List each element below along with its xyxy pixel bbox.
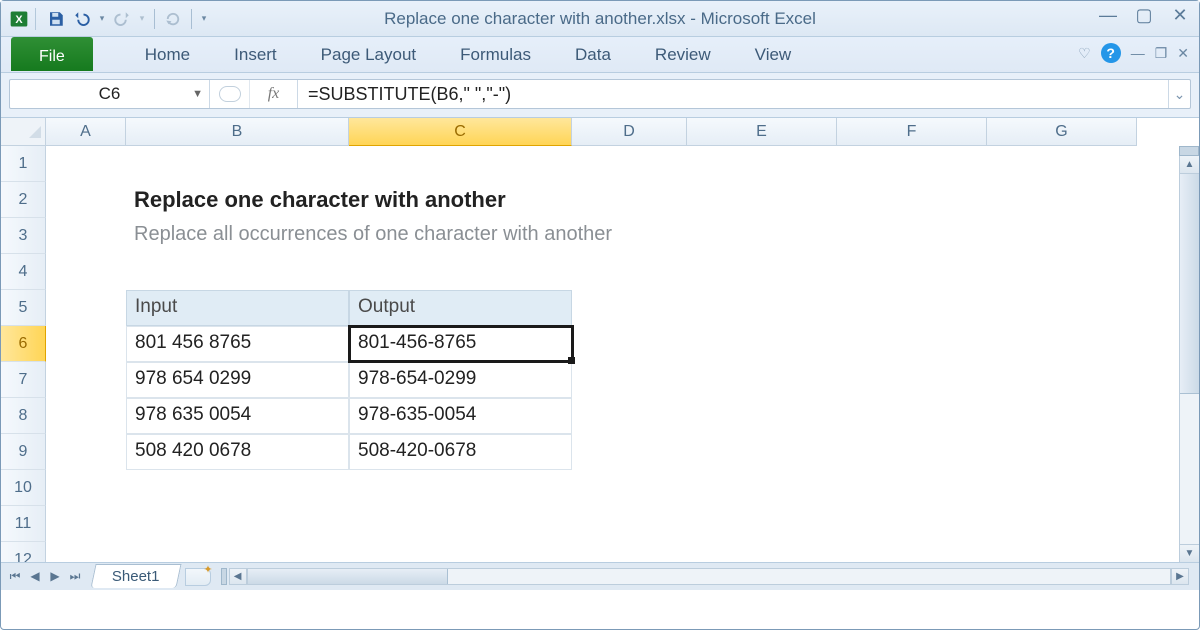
minimize-ribbon-icon[interactable]: ♡ [1078,45,1091,62]
row-header-7[interactable]: 7 [1,362,46,398]
row-header-10[interactable]: 10 [1,470,46,506]
sheet-nav-next-icon[interactable]: ▶ [45,569,65,584]
tab-page-layout[interactable]: Page Layout [299,37,438,72]
scroll-down-icon[interactable]: ▼ [1180,544,1199,562]
tab-insert[interactable]: Insert [212,37,299,72]
row-header-1[interactable]: 1 [1,146,46,182]
col-header-d[interactable]: D [572,118,687,146]
col-header-b[interactable]: B [126,118,349,146]
formula-bar: C6 ▼ fx =SUBSTITUTE(B6," ","-") ⌄ [9,79,1191,109]
tab-view[interactable]: View [733,37,814,72]
worksheet-grid: A B C D E F G 1 2 3 4 5 6 7 8 9 10 11 12… [1,118,1199,590]
fx-icon[interactable]: fx [250,80,298,108]
row-header-2[interactable]: 2 [1,182,46,218]
file-tab[interactable]: File [11,37,93,71]
row-header-8[interactable]: 8 [1,398,46,434]
svg-text:X: X [15,14,23,26]
cells-area[interactable]: Replace one character with another Repla… [46,146,1179,562]
excel-icon: X [8,8,30,30]
select-all-corner[interactable] [1,118,46,146]
title-bar: X ▾ ▾ ▾ Replace one character with anoth… [1,1,1199,37]
expand-formula-bar-icon[interactable]: ⌄ [1168,80,1190,108]
cell-b3-subtitle[interactable]: Replace all occurrences of one character… [126,218,620,246]
cell-c9[interactable]: 508-420-0678 [349,434,572,470]
scroll-right-icon[interactable]: ▶ [1171,568,1189,585]
row-header-4[interactable]: 4 [1,254,46,290]
cell-c5-header[interactable]: Output [349,290,572,326]
workbook-close-icon[interactable]: ✕ [1177,45,1189,62]
vertical-scrollbar[interactable]: ▲ ▼ [1179,156,1199,562]
col-header-e[interactable]: E [687,118,837,146]
quick-access-toolbar: ▾ ▾ ▾ [44,8,210,30]
cell-b8[interactable]: 978 635 0054 [126,398,349,434]
redo-dropdown-icon[interactable]: ▾ [137,8,147,30]
horizontal-split-handle[interactable] [221,568,227,585]
workbook-minimize-icon[interactable]: — [1131,45,1145,61]
hscroll-track[interactable] [247,568,1171,585]
sheet-nav-first-icon[interactable]: ⏮ [5,569,25,584]
row-headers: 1 2 3 4 5 6 7 8 9 10 11 12 [1,146,46,578]
cell-b2-title[interactable]: Replace one character with another [126,182,514,213]
file-tab-label: File [39,48,65,66]
row-header-6[interactable]: 6 [1,326,46,362]
row-header-3[interactable]: 3 [1,218,46,254]
col-header-g[interactable]: G [987,118,1137,146]
close-icon[interactable]: ✕ [1169,5,1191,26]
qat-sep [154,9,155,29]
sheet-nav-last-icon[interactable]: ⏭ [65,569,85,584]
scroll-left-icon[interactable]: ◀ [229,568,247,585]
qat-sep2 [191,9,192,29]
scroll-up-icon[interactable]: ▲ [1180,156,1199,174]
minimize-icon[interactable]: — [1097,5,1119,26]
tab-formulas[interactable]: Formulas [438,37,553,72]
qat-customize-icon[interactable]: ▾ [199,8,209,30]
hscroll-thumb[interactable] [248,569,448,584]
undo-icon[interactable] [71,8,93,30]
horizontal-scrollbar[interactable]: ◀ ▶ [221,568,1189,585]
formula-input[interactable]: =SUBSTITUTE(B6," ","-") [298,84,1168,105]
vertical-split-handle[interactable] [1179,146,1199,156]
ribbon-tabs: File Home Insert Page Layout Formulas Da… [1,37,1199,73]
cell-b9[interactable]: 508 420 0678 [126,434,349,470]
sheet-tab-sheet1[interactable]: Sheet1 [90,564,181,588]
cell-c6[interactable]: 801-456-8765 [349,326,572,362]
tab-review[interactable]: Review [633,37,733,72]
redo-icon[interactable] [111,8,133,30]
sheet-tab-label: Sheet1 [112,568,160,585]
sheet-tab-bar: ⏮ ◀ ▶ ⏭ Sheet1 ◀ ▶ [1,562,1199,590]
row-header-9[interactable]: 9 [1,434,46,470]
help-icon[interactable]: ? [1101,43,1121,63]
col-header-f[interactable]: F [837,118,987,146]
row-header-5[interactable]: 5 [1,290,46,326]
name-box-dropdown-icon[interactable]: ▼ [192,88,203,100]
vscroll-thumb[interactable] [1180,174,1199,394]
sheet-nav-prev-icon[interactable]: ◀ [25,569,45,584]
save-icon[interactable] [45,8,67,30]
tab-home[interactable]: Home [123,37,212,72]
workbook-restore-icon[interactable]: ❐ [1155,45,1168,62]
maximize-icon[interactable]: ▢ [1133,5,1155,26]
sheet-nav: ⏮ ◀ ▶ ⏭ [5,569,85,584]
cell-b6[interactable]: 801 456 8765 [126,326,349,362]
cell-c8[interactable]: 978-635-0054 [349,398,572,434]
col-header-c[interactable]: C [349,118,572,146]
name-box[interactable]: C6 ▼ [10,80,210,108]
col-header-a[interactable]: A [46,118,126,146]
repeat-icon[interactable] [162,8,184,30]
cell-b5-header[interactable]: Input [126,290,349,326]
new-sheet-icon[interactable] [185,568,211,586]
cancel-formula-icon[interactable] [210,80,250,108]
tab-data[interactable]: Data [553,37,633,72]
row-header-11[interactable]: 11 [1,506,46,542]
column-headers: A B C D E F G [46,118,1137,146]
formula-bar-area: C6 ▼ fx =SUBSTITUTE(B6," ","-") ⌄ [1,73,1199,118]
cell-b7[interactable]: 978 654 0299 [126,362,349,398]
qat-separator [35,8,36,30]
cell-c7[interactable]: 978-654-0299 [349,362,572,398]
name-box-value: C6 [99,84,121,104]
undo-dropdown-icon[interactable]: ▾ [97,8,107,30]
